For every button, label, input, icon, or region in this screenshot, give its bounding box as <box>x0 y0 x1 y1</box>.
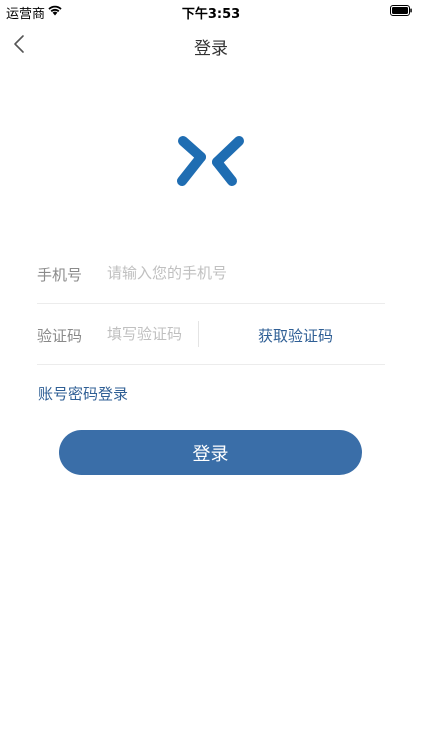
phone-row: 手机号 <box>37 243 385 304</box>
password-login-link[interactable]: 账号密码登录 <box>38 383 128 404</box>
login-button[interactable]: 登录 <box>59 430 362 475</box>
battery-icon <box>390 5 412 16</box>
code-row: 验证码 获取验证码 <box>37 304 385 365</box>
divider <box>198 321 199 347</box>
nav-bar: 登录 <box>0 22 422 66</box>
code-input[interactable] <box>107 322 192 346</box>
get-code-button[interactable]: 获取验证码 <box>258 325 333 346</box>
code-label: 验证码 <box>37 327 83 345</box>
brand-logo-icon <box>177 136 244 186</box>
phone-input[interactable] <box>107 261 377 285</box>
page-title: 登录 <box>194 39 228 59</box>
status-bar: 运营商 下午3:53 <box>0 0 422 22</box>
phone-label: 手机号 <box>37 266 83 284</box>
status-time: 下午3:53 <box>181 7 241 22</box>
